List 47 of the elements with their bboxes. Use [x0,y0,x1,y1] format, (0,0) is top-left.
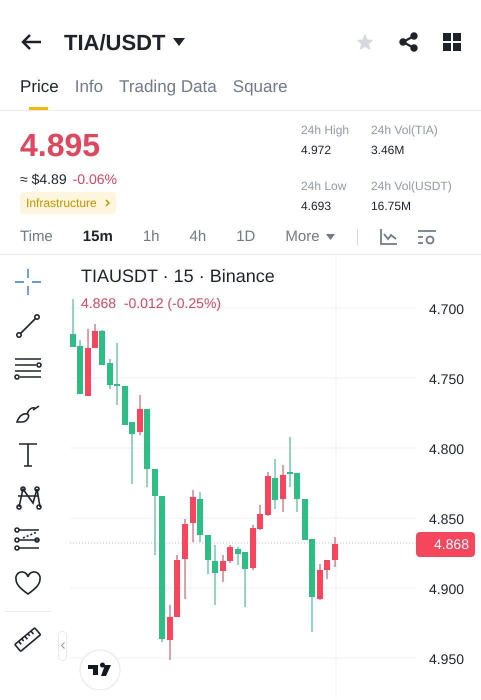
stat-label: 24h Low [301,178,348,194]
tab[interactable]: Square [232,68,288,110]
share-icon[interactable] [399,32,419,52]
stat-value: 4.693 [301,198,332,214]
logo-icon[interactable] [79,648,121,690]
more-dropdown[interactable]: More [285,226,335,248]
sector-tag[interactable]: Infrastructure [20,192,116,214]
price-axis-label: 4.850 [429,510,464,528]
stat-value: 4.972 [301,142,332,158]
tab[interactable]: Trading Data [119,68,217,110]
price-axis-label: 4.800 [429,440,464,458]
price-axis-label: 4.900 [429,580,464,598]
last-price-tag: 4.868 [416,532,475,556]
stat-value: 3.46M [371,142,406,158]
ruler-icon[interactable] [12,624,42,654]
stat-label: 24h Vol(USDT) [371,178,453,194]
tab[interactable]: Price [20,68,59,110]
price-axis-label: 4.700 [429,300,464,318]
stat-label: 24h Vol(TIA) [371,122,439,138]
price-axis-label: 4.950 [429,650,464,668]
fiat-price: ≈ $4.89 [20,170,67,188]
chevron-icon [104,198,110,206]
settings-icon[interactable] [418,229,436,245]
interval-tab[interactable]: 1D [236,226,256,248]
tab[interactable]: Info [74,68,104,110]
crosshair-icon[interactable] [12,266,42,296]
last-price: 4.895 [20,126,102,162]
star-icon[interactable] [355,32,375,52]
caret-icon [326,234,335,240]
interval-tab[interactable]: 4h [190,226,206,248]
price-change: -0.06% [72,170,117,188]
interval-tab[interactable]: 15m [82,226,113,248]
interval-tab[interactable]: 1h [142,226,160,248]
candle [332,536,338,567]
collapse-handle[interactable] [58,630,67,660]
caret-icon[interactable] [173,38,186,46]
ohlc-readout: 4.868 -0.012 (-0.25%) [81,294,222,313]
interval-tab[interactable]: Time [20,226,53,248]
chevron-icon [60,642,64,649]
stat-value: 16.75M [371,198,412,214]
chart-symbol: TIAUSDT · 15 · Binance [81,264,275,288]
pair-title[interactable]: TIA/USDT [64,26,166,58]
stat-label: 24h High [301,122,350,138]
indicator-icon[interactable] [380,229,398,245]
grid-icon[interactable] [443,33,461,51]
back-arrow-icon[interactable] [20,33,42,51]
price-axis-label: 4.750 [429,370,464,388]
